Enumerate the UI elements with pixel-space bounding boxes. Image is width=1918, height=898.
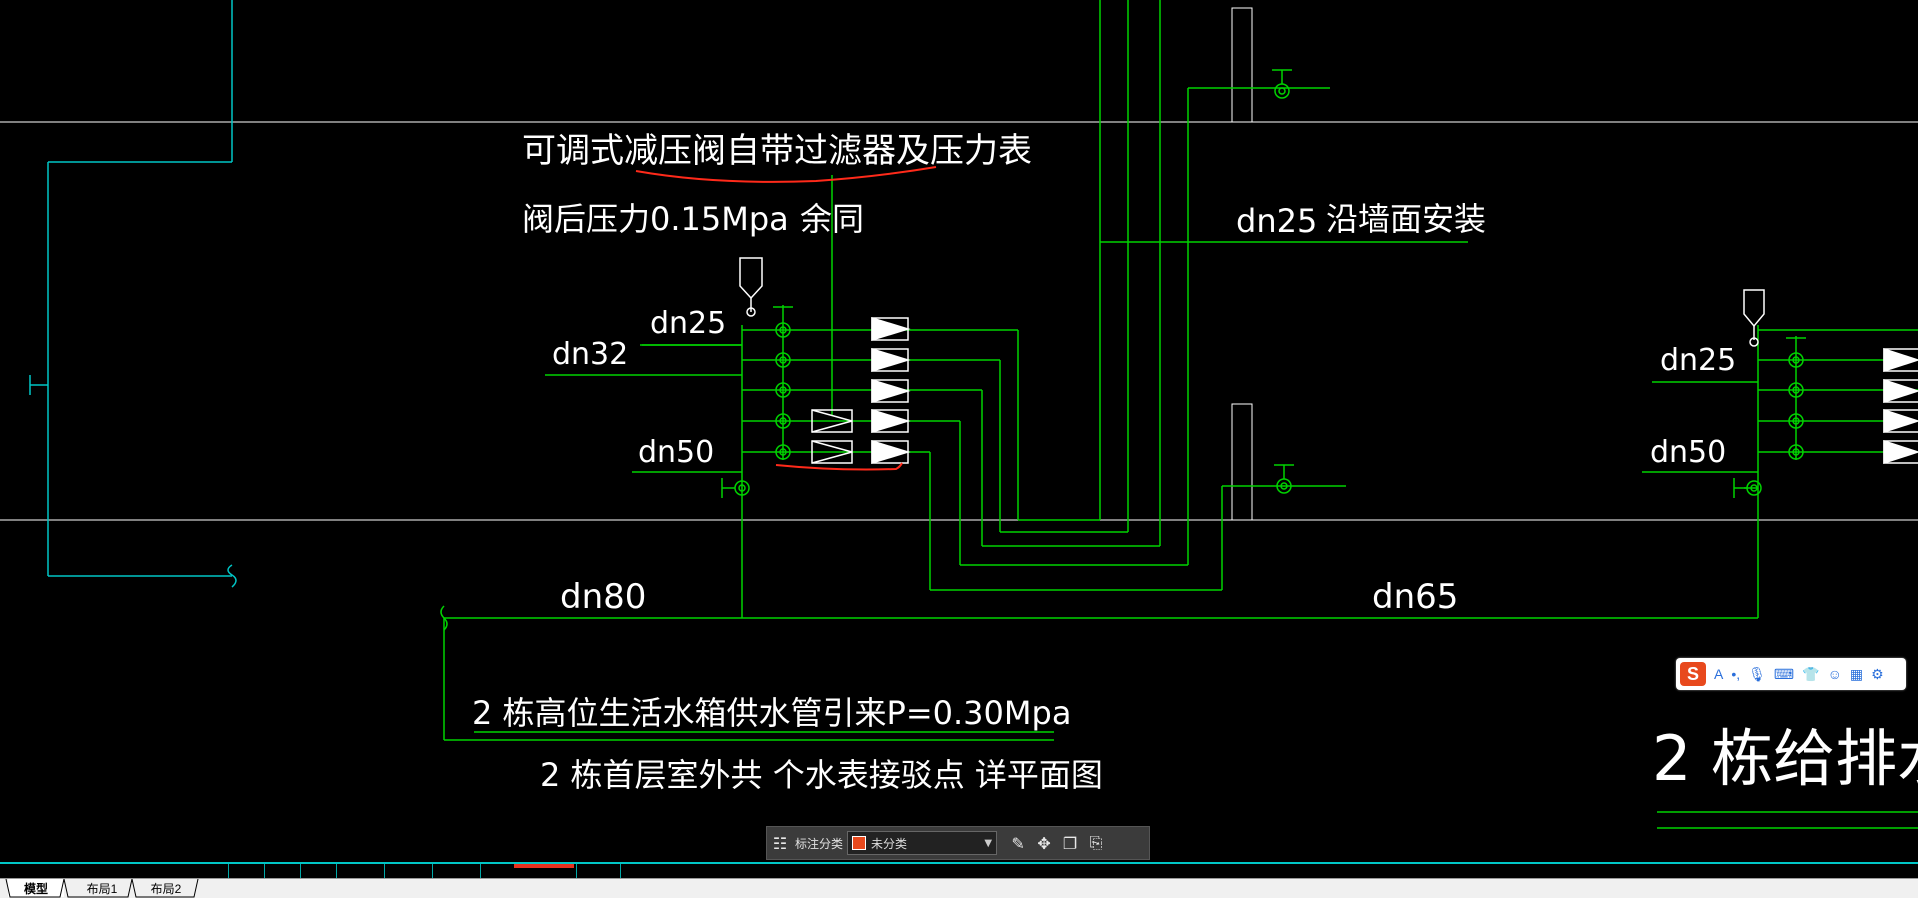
status-divider: [576, 864, 577, 878]
valve-pressure-text: 阀后压力0.15Mpa: [522, 200, 789, 238]
copy-icon[interactable]: ❐: [1057, 830, 1083, 856]
grid-icon[interactable]: ▦: [1850, 666, 1863, 683]
status-divider: [264, 864, 265, 878]
cyan-frame-left: [29, 0, 237, 588]
wall-mount-text: 沿墙面安装: [1326, 200, 1486, 238]
pipe-label-dn25-right: dn25: [1660, 343, 1736, 378]
annotation-category-toolbar: ☷ 标注分类 未分类 ▼ ✎ ✥ ❐ ⎘: [766, 826, 1150, 860]
same-as-text: 余同: [800, 200, 864, 238]
mic-icon[interactable]: 🎙: [1748, 666, 1766, 683]
riser-box-bottom: [1231, 403, 1253, 521]
pipe-label-dn80: dn80: [560, 577, 646, 617]
meter-group-left: [721, 257, 793, 498]
status-divider: [336, 864, 337, 878]
status-divider: [300, 864, 301, 878]
status-divider: [228, 864, 229, 878]
meter-group-right: [1733, 289, 1806, 498]
paste-icon[interactable]: ⎘: [1083, 830, 1109, 856]
pipe-label-dn50-left: dn50: [638, 435, 714, 470]
category-select[interactable]: 未分类 ▼: [847, 831, 998, 855]
riser-box-top: [1231, 7, 1253, 123]
pipe-label-dn50-right: dn50: [1650, 435, 1726, 470]
ime-toolbar[interactable]: S A •, 🎙 ⌨ 👕 ☺ ▦ ⚙: [1676, 658, 1906, 690]
riser-valve-bottom: [1221, 464, 1346, 590]
meter-node-text: 2 栋首层室外共 个水表接驳点 详平面图: [540, 756, 1103, 794]
pipe-label-dn25-left: dn25: [650, 306, 726, 341]
status-divider: [620, 864, 621, 878]
category-grid-icon[interactable]: ☷: [767, 830, 793, 856]
shirt-icon[interactable]: 👕: [1802, 666, 1819, 683]
status-red-marker: [514, 864, 574, 868]
flow-arrows-right: [1883, 347, 1918, 465]
edit-icon[interactable]: ✎: [1005, 830, 1031, 856]
robot-icon[interactable]: ☺: [1828, 666, 1842, 682]
category-color-swatch: [852, 836, 867, 850]
layout-tabs-bar: 模型 布局1 布局2: [0, 878, 1918, 898]
category-selected-value: 未分类: [871, 836, 908, 851]
supply-source-text: 2 栋高位生活水箱供水管引来P=0.30Mpa: [472, 694, 1071, 732]
status-divider: [384, 864, 385, 878]
red-markup-underline-valve: [775, 462, 903, 471]
gear-icon[interactable]: ⚙: [1871, 666, 1884, 683]
sheet-title-text: 2 栋给排水(改: [1652, 722, 1918, 795]
keyboard-icon[interactable]: ⌨: [1774, 666, 1794, 683]
move-icon[interactable]: ✥: [1031, 830, 1057, 856]
status-divider: [480, 864, 481, 878]
ime-mode-toggle[interactable]: A: [1714, 666, 1723, 682]
pipe-label-dn65: dn65: [1372, 577, 1458, 617]
status-divider: [432, 864, 433, 878]
chevron-down-icon: ▼: [984, 837, 993, 849]
pipe-label-dn25-top: dn25: [1236, 202, 1317, 240]
riser-valve-top: [1272, 69, 1292, 99]
sogou-logo-icon[interactable]: S: [1680, 662, 1706, 686]
category-label: 标注分类: [795, 836, 844, 851]
status-strip: [0, 862, 1918, 878]
text-underlines: [1657, 811, 1918, 829]
ime-punct-toggle[interactable]: •,: [1731, 666, 1740, 682]
tab-outline: [5, 879, 199, 898]
valve-title-text: 可调式减压阀自带过滤器及压力表: [522, 131, 1032, 171]
cad-drawing-canvas[interactable]: 可调式减压阀自带过滤器及压力表 阀后压力0.15Mpa 余同 dn25 沿墙面安…: [0, 0, 1918, 862]
pipe-label-dn32: dn32: [552, 337, 628, 372]
